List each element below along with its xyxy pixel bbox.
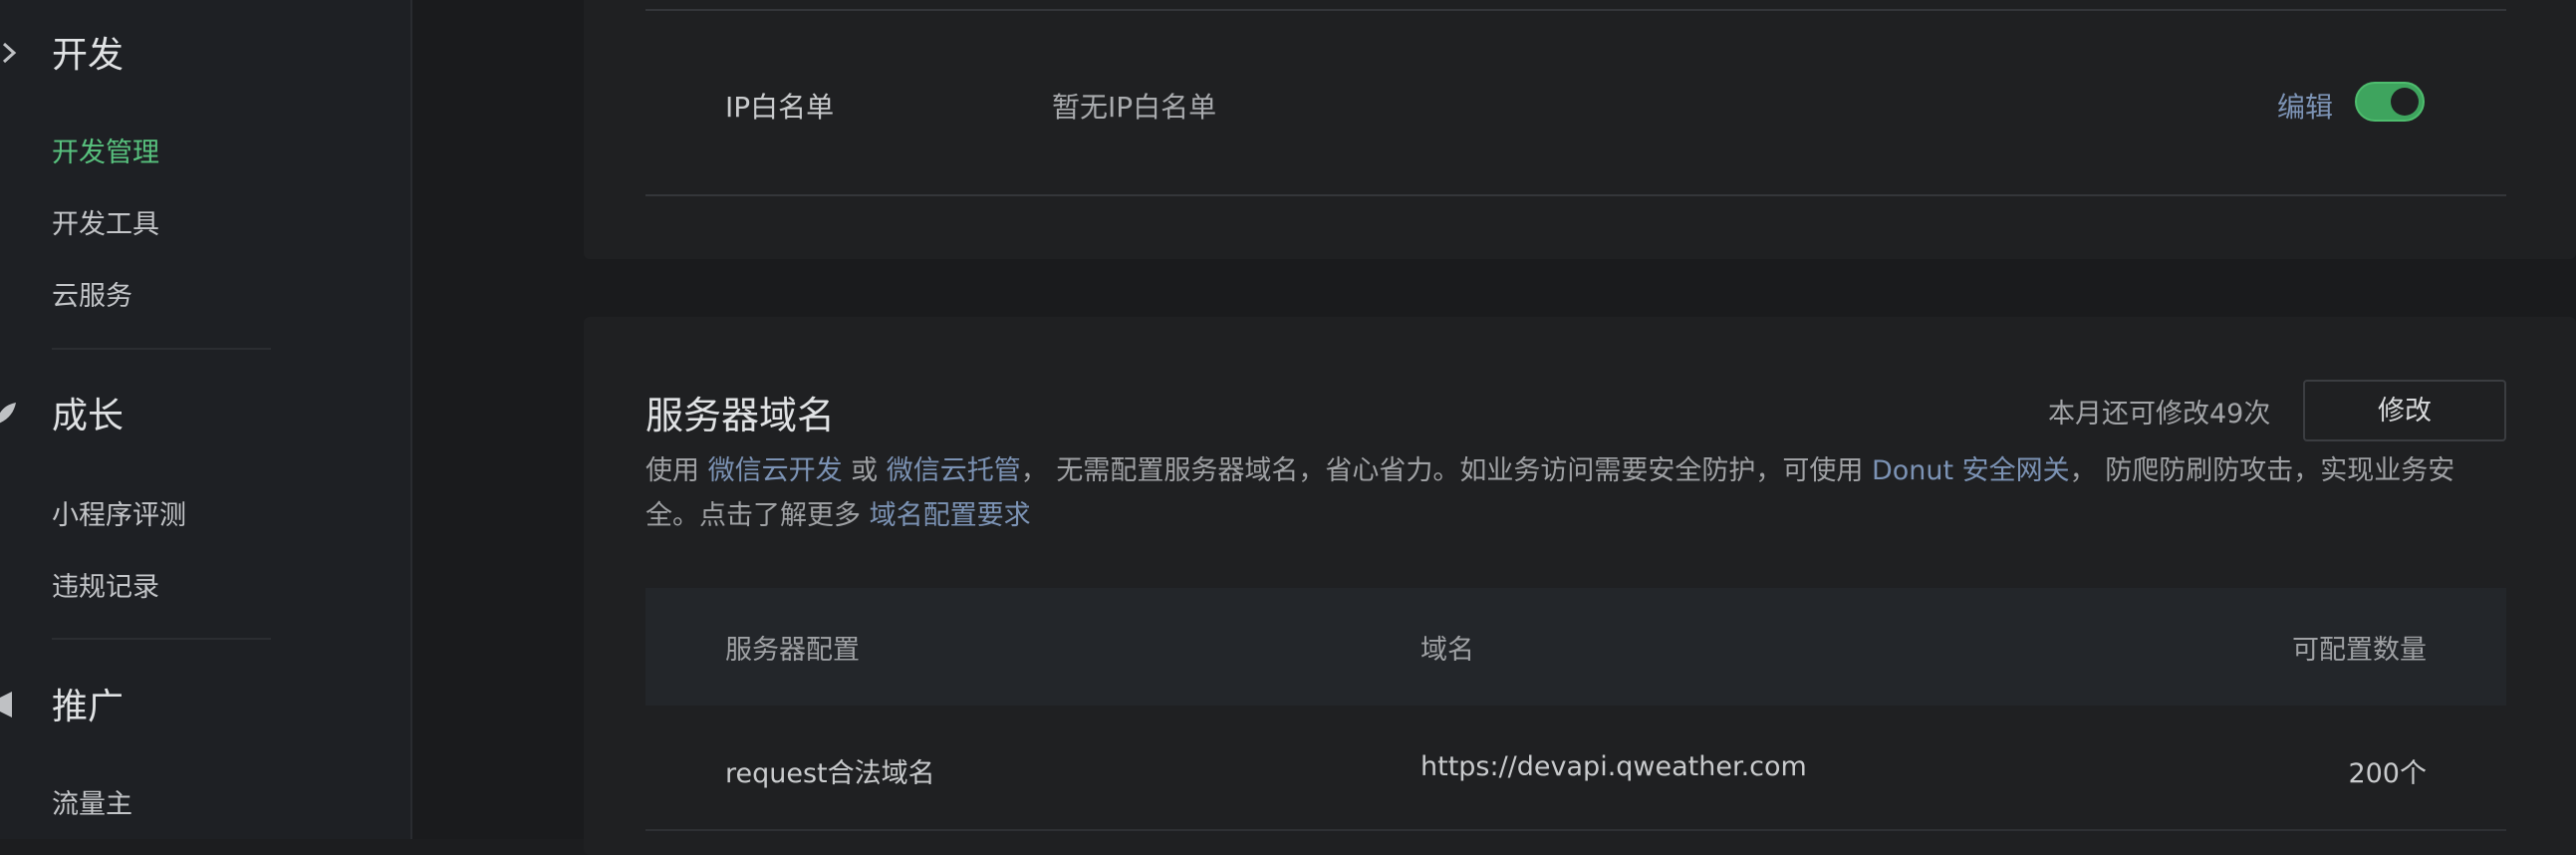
megaphone-icon	[0, 690, 18, 719]
desc-text: 或	[842, 455, 887, 486]
section-title[interactable]: 成长	[52, 397, 124, 436]
column-header-count: 可配置数量	[2292, 635, 2427, 666]
wechat-cloud-hosting-link[interactable]: 微信云托管	[887, 455, 1021, 486]
divider	[52, 348, 271, 350]
chevron-icon	[0, 38, 18, 68]
wechat-cloud-dev-link[interactable]: 微信云开发	[708, 455, 843, 486]
divider	[645, 829, 2506, 831]
table-cell-domain: https://devapi.qweather.com	[1420, 751, 1807, 782]
sidebar-item-violation-records[interactable]: 违规记录	[52, 572, 159, 604]
table-cell-count: 200个	[2348, 758, 2427, 789]
edit-link[interactable]: 编辑	[2277, 86, 2333, 126]
ip-whitelist-value: 暂无IP白名单	[1052, 91, 1217, 124]
desc-text: ， 无需配置服务器域名，省心省力。如业务访问需要安全防护，可使用	[1020, 455, 1872, 486]
column-header-config: 服务器配置	[725, 635, 860, 666]
section-title[interactable]: 开发	[52, 36, 124, 76]
sidebar-item-dev-management[interactable]: 开发管理	[52, 138, 159, 169]
section-title[interactable]: 推广	[52, 688, 124, 727]
donut-gateway-link[interactable]: Donut 安全网关	[1872, 455, 2070, 486]
sidebar: 开发 开发管理 开发工具 云服务 成长 小程序评测 违规记录 推广 流量主	[0, 0, 412, 839]
sidebar-item-mini-program-review[interactable]: 小程序评测	[52, 500, 186, 532]
ip-whitelist-card	[584, 0, 2576, 259]
section-title: 服务器域名	[645, 394, 836, 437]
table-header: 服务器配置 域名 可配置数量	[645, 588, 2506, 706]
desc-text: 使用	[645, 455, 708, 486]
leaf-icon	[0, 399, 18, 428]
domain-requirements-link[interactable]: 域名配置要求	[870, 500, 1031, 531]
sidebar-item-traffic-owner[interactable]: 流量主	[52, 789, 132, 821]
modify-button[interactable]: 修改	[2303, 380, 2506, 441]
column-header-domain: 域名	[1420, 635, 1474, 666]
divider	[645, 194, 2506, 196]
sidebar-item-dev-tools[interactable]: 开发工具	[52, 209, 159, 241]
divider	[52, 638, 271, 640]
table-cell-config: request合法域名	[725, 758, 935, 789]
ip-whitelist-toggle[interactable]	[2355, 82, 2425, 122]
description: 使用 微信云开发 或 微信云托管， 无需配置服务器域名，省心省力。如业务访问需要…	[645, 448, 2508, 538]
ip-whitelist-label: IP白名单	[725, 91, 835, 124]
sidebar-item-cloud-service[interactable]: 云服务	[52, 281, 132, 313]
toggle-knob	[2391, 88, 2419, 116]
quota-text: 本月还可修改49次	[2048, 399, 2271, 429]
divider	[645, 9, 2506, 11]
